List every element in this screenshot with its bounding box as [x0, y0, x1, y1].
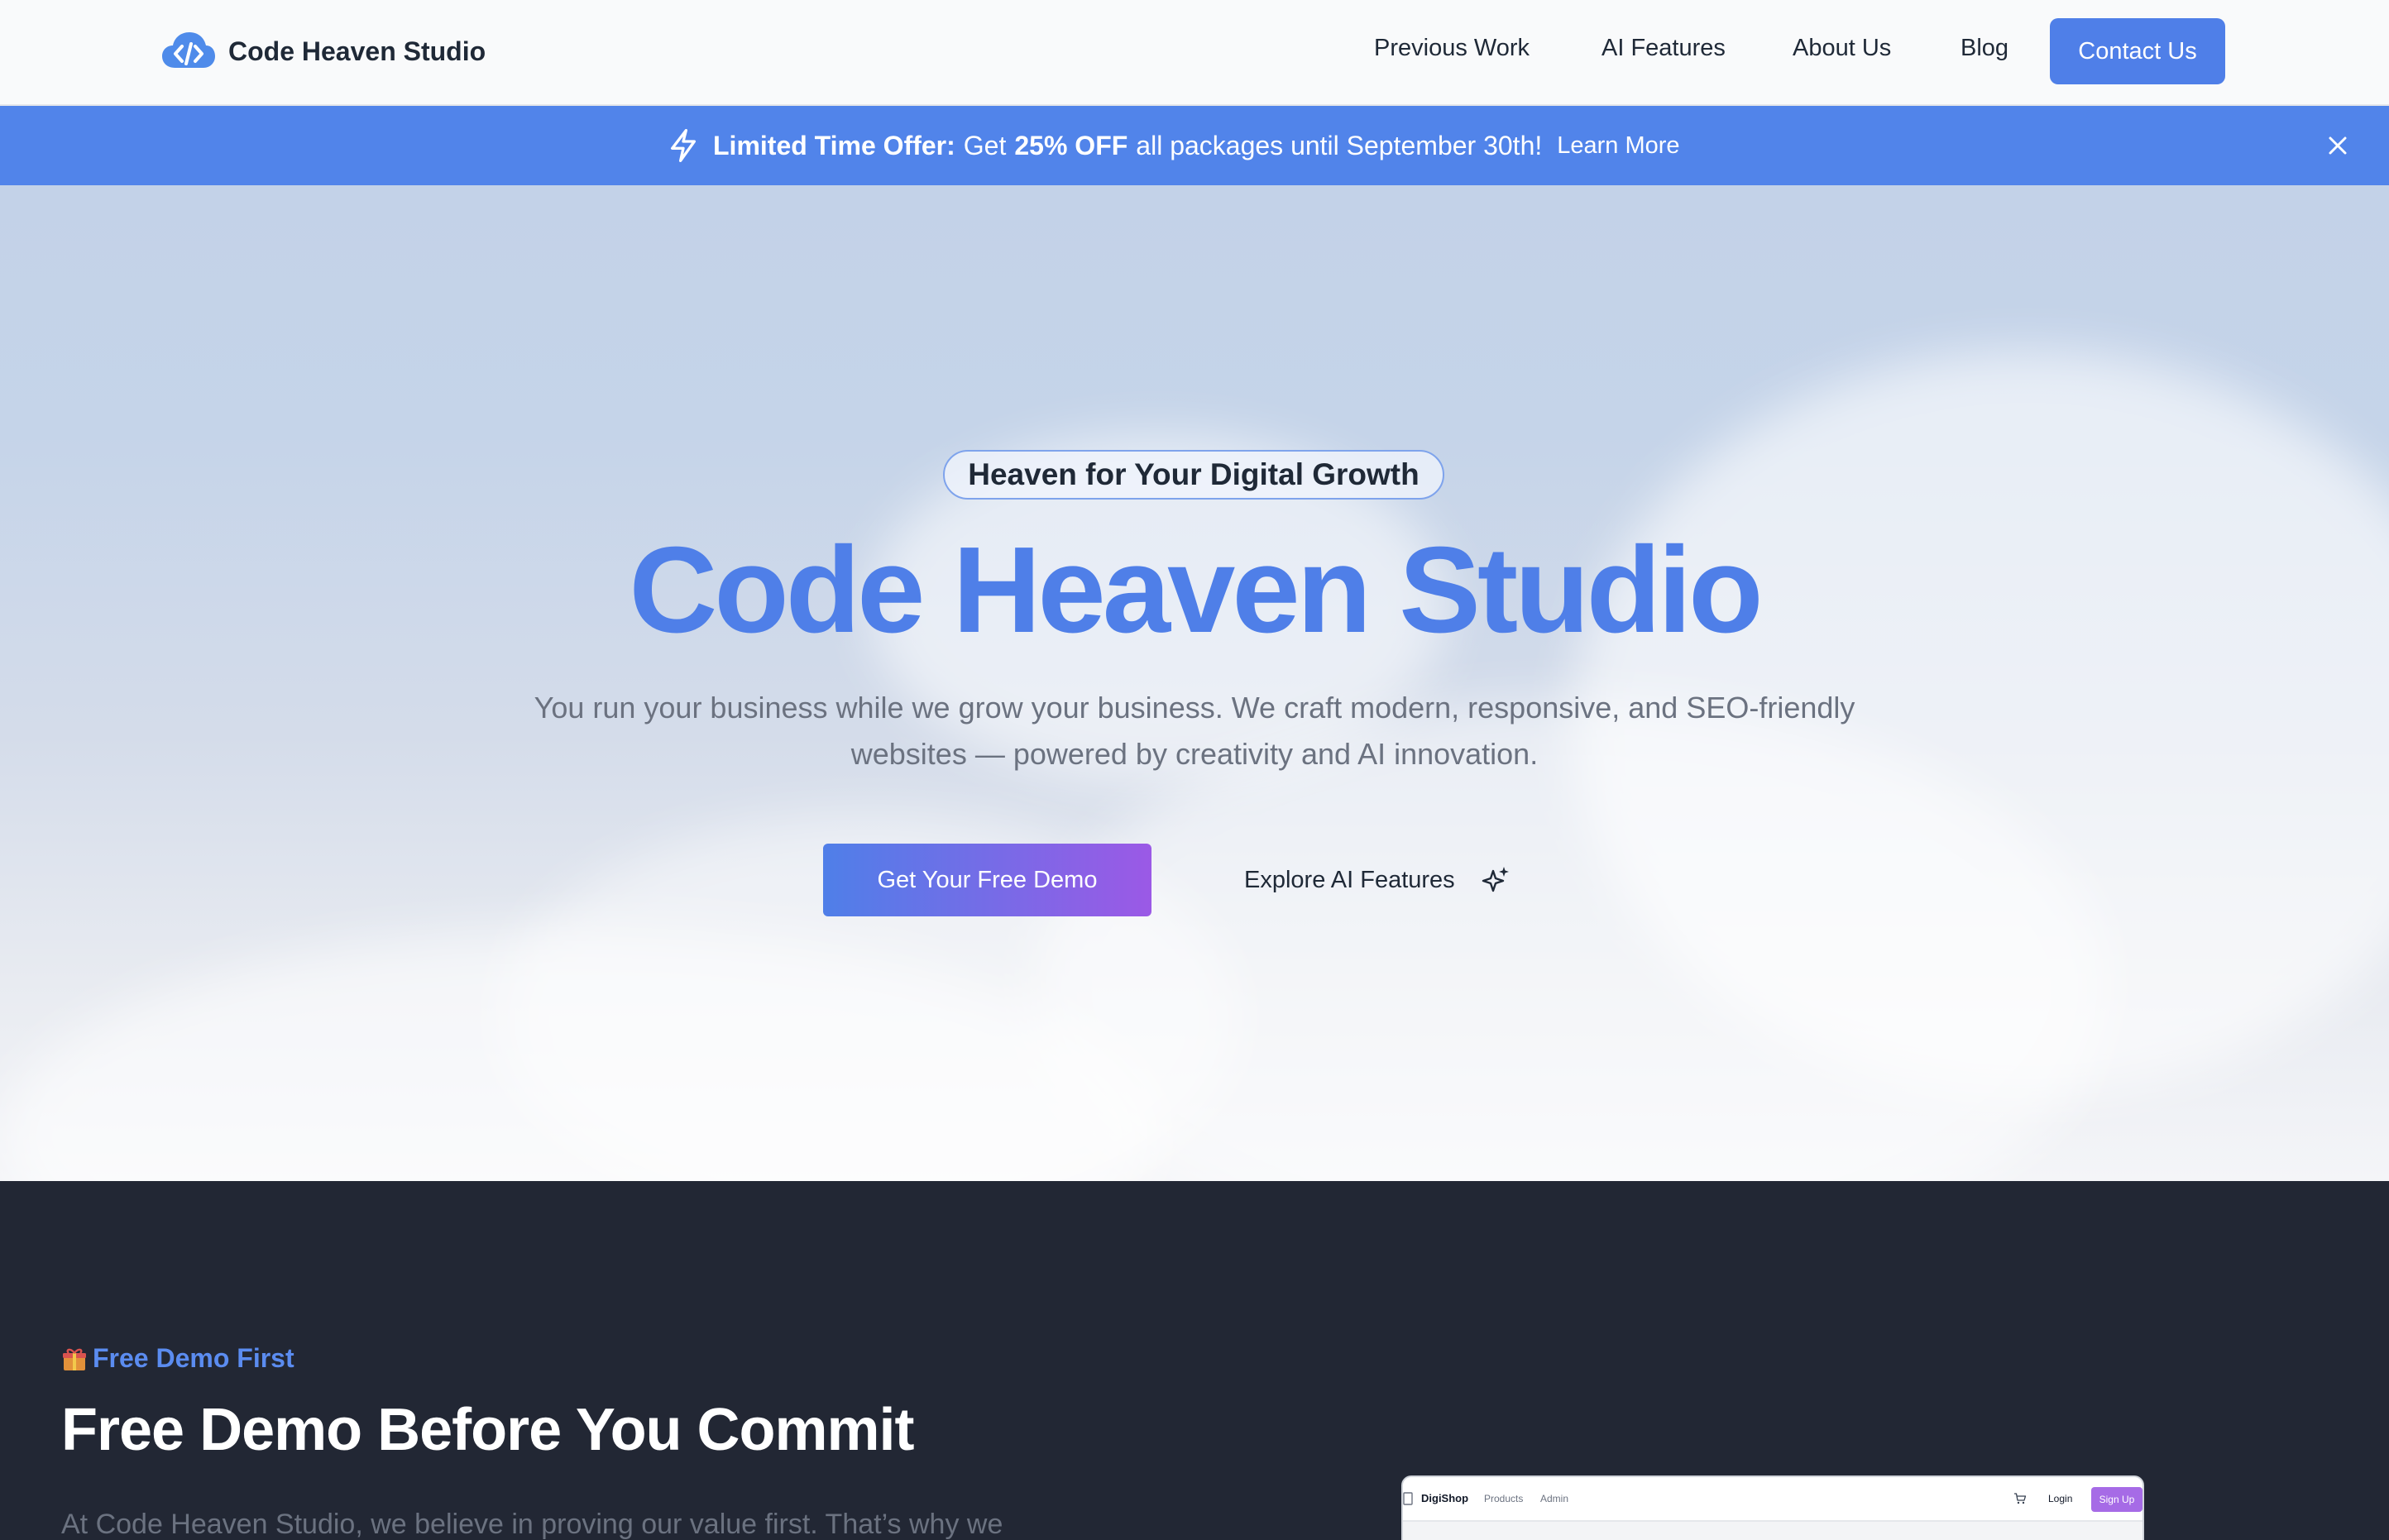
offer-label: Limited Time Offer:	[713, 130, 955, 160]
brand-name: Code Heaven Studio	[228, 36, 486, 66]
section-eyebrow: Free Demo First	[61, 1343, 294, 1374]
section-paragraph: At Code Heaven Studio, we believe in pro…	[61, 1509, 1003, 1540]
offer-text-post: all packages until September 30th!	[1136, 130, 1543, 160]
preview-signup: Sign Up	[2091, 1487, 2142, 1512]
document-icon	[1403, 1492, 1413, 1505]
demo-site-preview: DigiShop Products Admin Login Sign Up	[1401, 1475, 2144, 1540]
nav-about-us[interactable]: About Us	[1793, 35, 1891, 62]
navbar: Code Heaven Studio Previous Work AI Feat…	[0, 0, 2389, 106]
hero-subtitle: You run your business while we grow your…	[534, 691, 1855, 771]
gift-icon	[63, 1348, 86, 1370]
preview-login: Login	[2048, 1493, 2073, 1504]
section-title: Free Demo Before You Commit	[61, 1397, 915, 1463]
offer-discount: 25% OFF	[1014, 130, 1128, 160]
promo-banner: Limited Time Offer: Get 25% OFF all pack…	[0, 106, 2389, 185]
nav-blog[interactable]: Blog	[1961, 35, 2008, 62]
preview-navbar: DigiShop Products Admin Login Sign Up	[1403, 1477, 2142, 1522]
sparkle-icon	[1482, 867, 1509, 892]
offer-text-pre: Get	[963, 130, 1007, 160]
nav-ai-features[interactable]: AI Features	[1601, 35, 1726, 62]
nav-previous-work[interactable]: Previous Work	[1374, 35, 1530, 62]
explore-ai-features-button[interactable]: Explore AI Features	[1244, 844, 1511, 916]
hero-title: Code Heaven Studio	[629, 522, 1763, 658]
preview-brand: DigiShop	[1421, 1492, 1469, 1504]
hero-badge: Heaven for Your Digital Growth	[943, 450, 1444, 500]
preview-nav-products: Products	[1484, 1493, 1524, 1504]
learn-more-link[interactable]: Learn More	[1557, 132, 1679, 160]
preview-nav-admin: Admin	[1540, 1493, 1569, 1504]
explore-ai-features-label: Explore AI Features	[1244, 866, 1455, 893]
close-icon[interactable]	[2321, 129, 2354, 162]
hero-section: Heaven for Your Digital Growth Code Heav…	[0, 185, 2389, 1181]
free-demo-section: Free Demo First Free Demo Before You Com…	[0, 1181, 2389, 1540]
cart-icon	[2014, 1493, 2027, 1504]
contact-us-button[interactable]: Contact Us	[2050, 18, 2225, 84]
bolt-icon	[671, 129, 696, 162]
cloud-code-logo-icon	[162, 32, 215, 68]
brand-logo-link[interactable]: Code Heaven Studio	[160, 30, 486, 73]
get-free-demo-button[interactable]: Get Your Free Demo	[823, 844, 1151, 916]
section-eyebrow-label: Free Demo First	[93, 1343, 294, 1373]
